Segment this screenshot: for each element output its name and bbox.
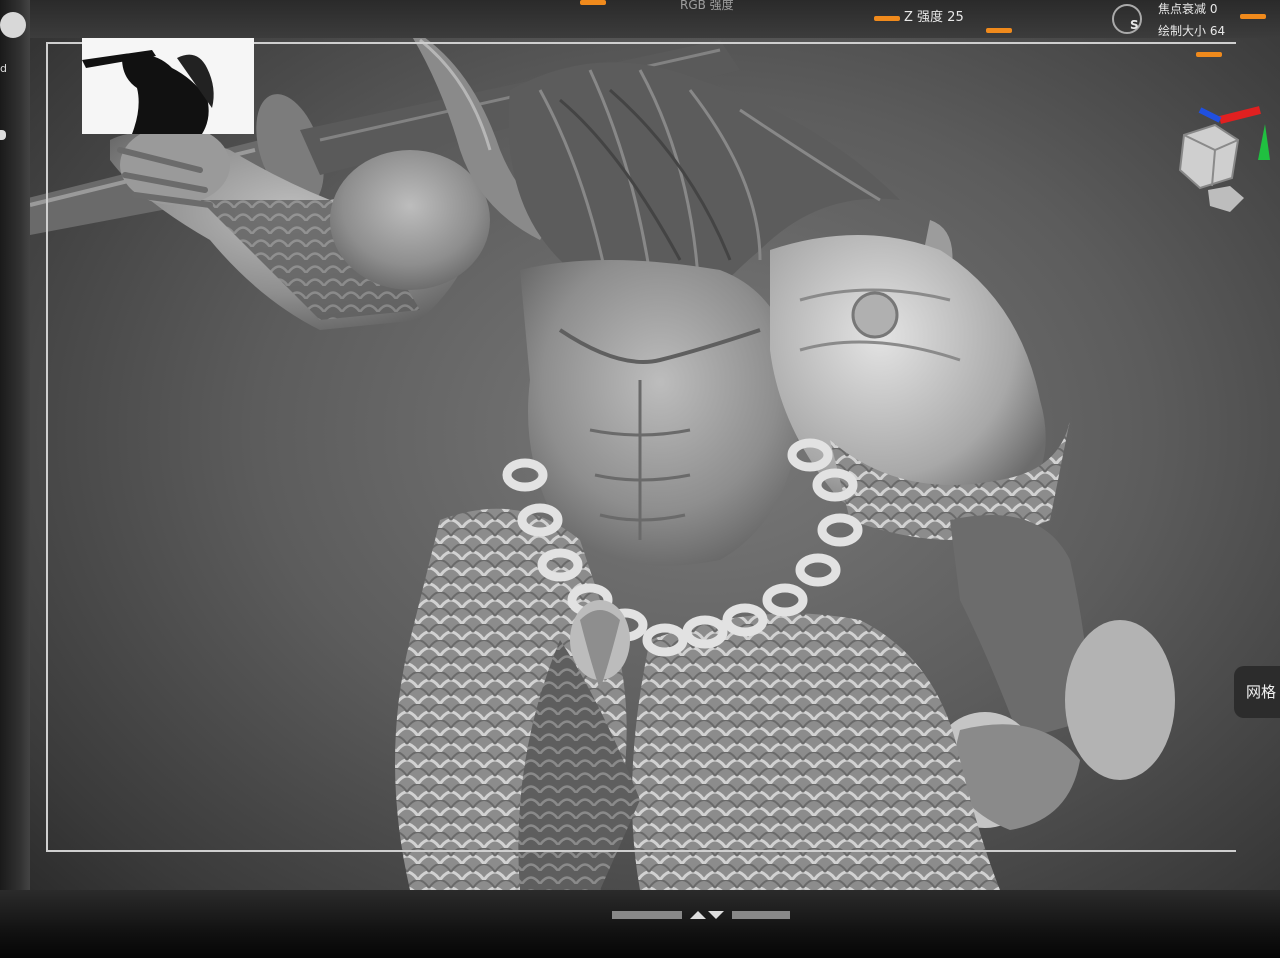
left-tray-indicator[interactable] xyxy=(0,130,6,140)
z-intensity-slider-thumb-2[interactable] xyxy=(986,28,1012,33)
rgb-strength-slider-thumb[interactable] xyxy=(580,0,606,5)
silhouette-figure xyxy=(82,50,214,134)
left-tray xyxy=(0,0,30,958)
collapse-toggle-icon[interactable] xyxy=(612,908,792,922)
mesh-button[interactable]: 网格 xyxy=(1234,666,1280,718)
silhouette-thumbnail[interactable] xyxy=(82,38,254,134)
top-toolbar xyxy=(0,0,1280,38)
left-tray-label: d xyxy=(0,62,7,75)
zbrush-canvas-screen: RGB 强度 Z 强度 25 S 焦点衰减 0 绘制大小 64 d 网格 xyxy=(0,0,1280,958)
document-frame xyxy=(46,42,1236,852)
color-swatch[interactable] xyxy=(0,12,26,38)
s-label: S xyxy=(1130,18,1139,32)
z-intensity-slider[interactable]: Z 强度 25 xyxy=(904,6,964,25)
bottom-tray xyxy=(0,890,1280,958)
z-intensity-slider-thumb[interactable] xyxy=(874,16,900,21)
focal-shift-slider-thumb[interactable] xyxy=(1240,14,1266,19)
navigation-cube-icon[interactable] xyxy=(1170,100,1270,220)
draw-size-slider[interactable]: 绘制大小 64 xyxy=(1158,22,1225,39)
rgb-strength-slider[interactable]: RGB 强度 xyxy=(680,0,734,13)
focal-shift-slider[interactable]: 焦点衰减 0 xyxy=(1158,0,1217,17)
